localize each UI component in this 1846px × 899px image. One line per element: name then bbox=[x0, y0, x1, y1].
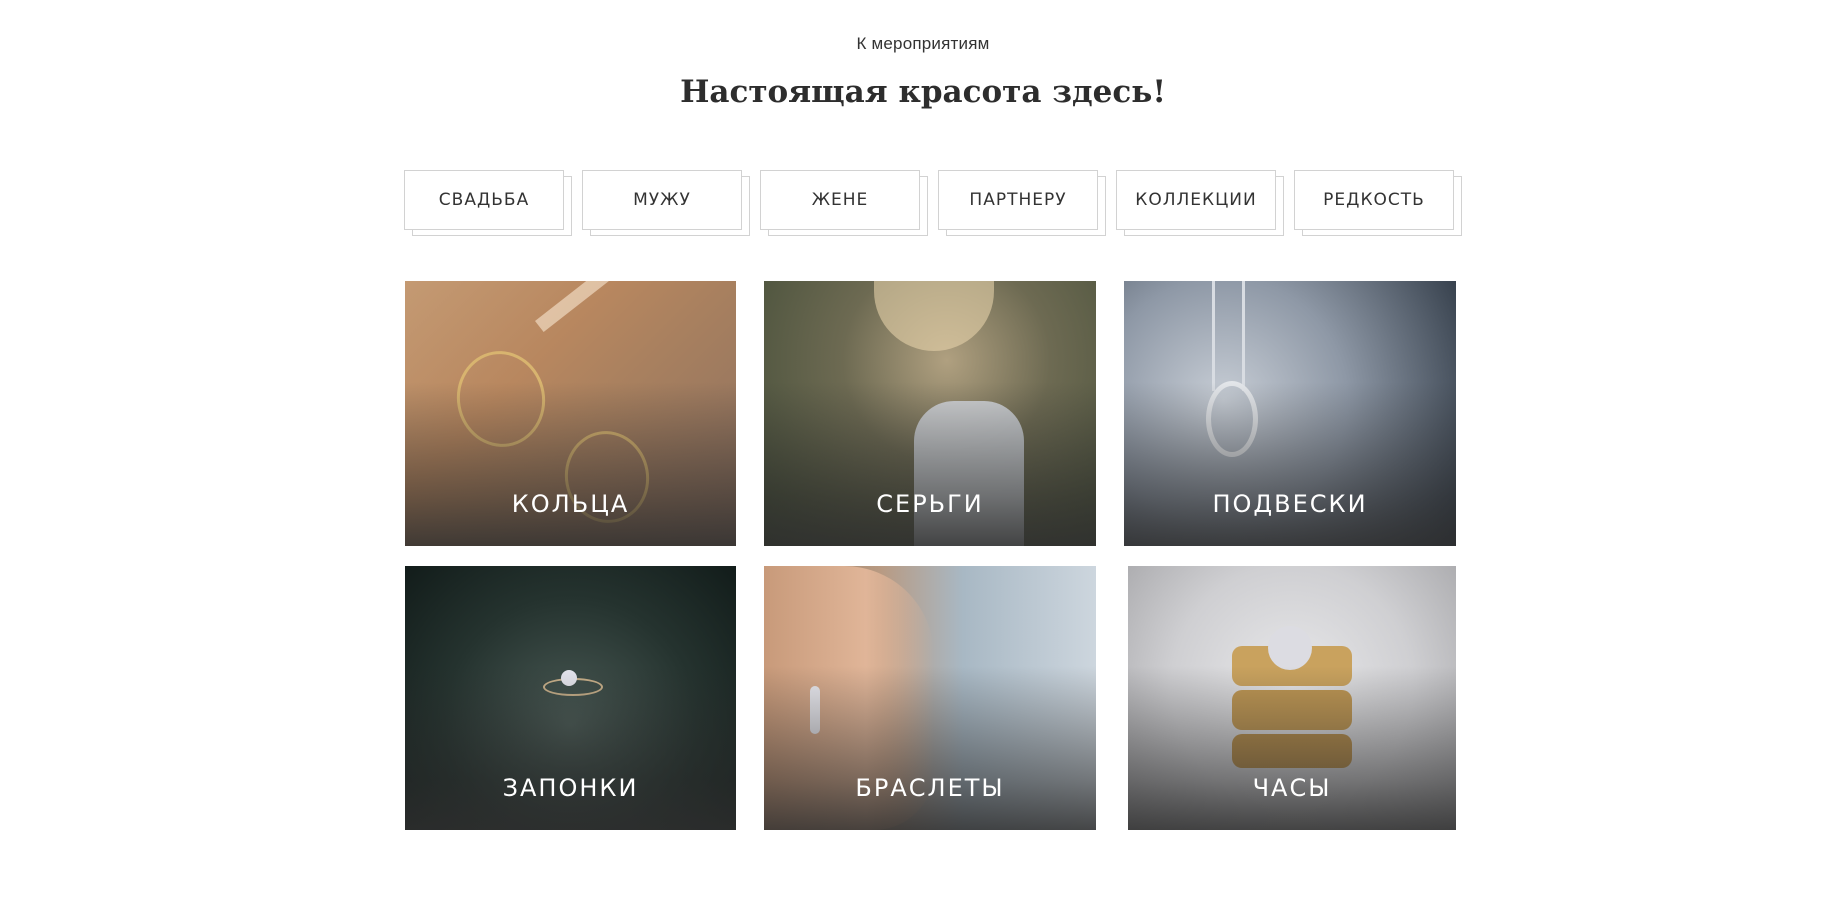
filter-husband[interactable]: МУЖУ bbox=[582, 170, 750, 236]
category-tile-watches[interactable]: ЧАСЫ bbox=[1128, 566, 1456, 830]
rod-decoration bbox=[535, 281, 736, 333]
category-tile-cufflinks[interactable]: ЗАПОНКИ bbox=[405, 566, 736, 830]
page-title: Настоящая красота здесь! bbox=[680, 74, 1166, 110]
tile-shade bbox=[405, 666, 736, 830]
filter-collections[interactable]: КОЛЛЕКЦИИ bbox=[1116, 170, 1284, 236]
tile-shade bbox=[764, 381, 1096, 546]
diamond-cluster-decoration bbox=[1268, 626, 1312, 670]
tile-shade bbox=[1124, 381, 1456, 546]
category-tile-rings[interactable]: КОЛЬЦА bbox=[405, 281, 736, 546]
filter-tabs: СВАДЬБА МУЖУ ЖЕНЕ ПАРТНЕРУ КОЛЛЕКЦИИ РЕД… bbox=[404, 170, 1464, 240]
category-label: БРАСЛЕТЫ bbox=[855, 774, 1005, 802]
filter-label: СВАДЬБА bbox=[404, 170, 564, 230]
category-label: ЗАПОНКИ bbox=[502, 774, 639, 802]
filter-wife[interactable]: ЖЕНЕ bbox=[760, 170, 928, 236]
filter-wedding[interactable]: СВАДЬБА bbox=[404, 170, 572, 236]
category-label: ПОДВЕСКИ bbox=[1212, 490, 1368, 518]
category-label: СЕРЬГИ bbox=[876, 490, 984, 518]
filter-label: РЕДКОСТЬ bbox=[1294, 170, 1454, 230]
tile-shade bbox=[405, 381, 736, 546]
hair-decoration bbox=[874, 281, 994, 351]
chain-decoration bbox=[1242, 281, 1245, 391]
filter-rarity[interactable]: РЕДКОСТЬ bbox=[1294, 170, 1462, 236]
filter-label: ЖЕНЕ bbox=[760, 170, 920, 230]
category-tile-bracelets[interactable]: БРАСЛЕТЫ bbox=[764, 566, 1096, 830]
filter-label: КОЛЛЕКЦИИ bbox=[1116, 170, 1276, 230]
filter-partner[interactable]: ПАРТНЕРУ bbox=[938, 170, 1106, 236]
tile-shade bbox=[1128, 666, 1456, 830]
tile-shade bbox=[764, 666, 1096, 830]
category-label: КОЛЬЦА bbox=[511, 490, 630, 518]
filter-label: МУЖУ bbox=[582, 170, 742, 230]
category-tile-pendants[interactable]: ПОДВЕСКИ bbox=[1124, 281, 1456, 546]
category-tile-earrings[interactable]: СЕРЬГИ bbox=[764, 281, 1096, 546]
back-to-events-link[interactable]: К мероприятиям bbox=[0, 34, 1846, 54]
chain-decoration bbox=[1212, 281, 1215, 391]
category-label: ЧАСЫ bbox=[1252, 774, 1332, 802]
filter-label: ПАРТНЕРУ bbox=[938, 170, 1098, 230]
